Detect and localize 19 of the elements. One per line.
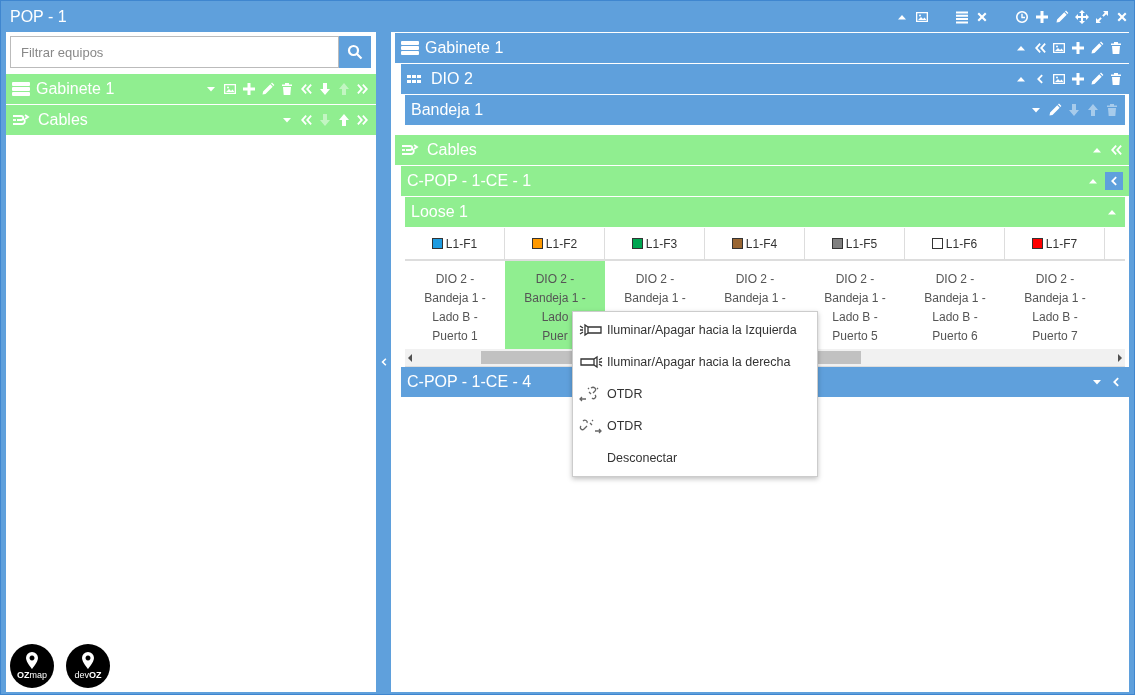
section-title: C-POP - 1-CE - 4 bbox=[407, 373, 533, 391]
section-title: DIO 2 bbox=[431, 70, 474, 88]
section-title: Gabinete 1 bbox=[36, 80, 116, 98]
fiber-label: L1-F3 bbox=[645, 236, 678, 251]
fiber-label: L1-F6 bbox=[945, 236, 978, 251]
fiber-label: L1-F4 bbox=[745, 236, 778, 251]
section-title: Cables bbox=[38, 111, 89, 129]
window-title: POP - 1 bbox=[10, 7, 68, 26]
section-title: Loose 1 bbox=[411, 203, 469, 221]
fiber-label: L1-F5 bbox=[845, 236, 878, 251]
logo-text: devOZ bbox=[74, 670, 102, 680]
section-title: Bandeja 1 bbox=[411, 101, 485, 119]
logo-text: OZmap bbox=[17, 670, 47, 680]
fiber-label: L1-F2 bbox=[545, 236, 578, 251]
section-title: Gabinete 1 bbox=[425, 39, 505, 57]
fiber-label: L1-F7 bbox=[1045, 236, 1078, 251]
fiber-label: L1-F1 bbox=[445, 236, 478, 251]
section-title: Cables bbox=[427, 141, 478, 159]
section-title: C-POP - 1-CE - 1 bbox=[407, 172, 533, 190]
